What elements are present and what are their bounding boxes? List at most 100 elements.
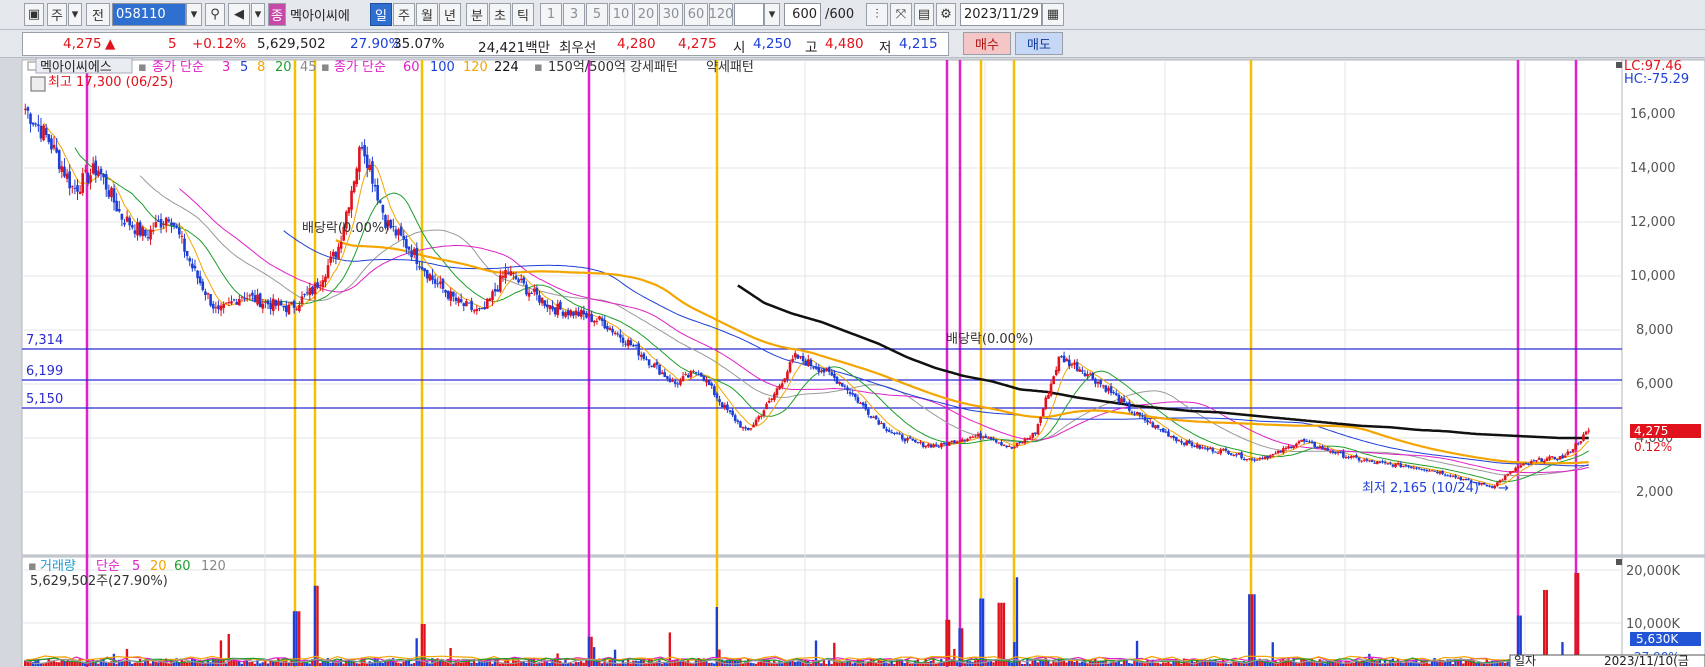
- price-change: 5: [168, 36, 177, 52]
- panel-resize-handle[interactable]: [1616, 559, 1622, 565]
- chevron-down-icon[interactable]: ▾: [68, 3, 82, 26]
- volume-bar: [295, 611, 298, 666]
- candle-body: [1000, 442, 1003, 446]
- volume-bar: [1002, 602, 1006, 666]
- candle-body: [211, 303, 215, 309]
- calendar-icon[interactable]: ▦: [1042, 3, 1064, 26]
- candle-body: [927, 444, 930, 447]
- volume-bar: [1146, 660, 1149, 666]
- candle-body: [191, 263, 194, 269]
- tab-week[interactable]: 주: [393, 3, 415, 26]
- volume-bar: [603, 659, 606, 666]
- candle-body: [334, 251, 338, 258]
- candle-body: [1485, 484, 1489, 487]
- candle-body: [1323, 447, 1327, 450]
- speaker-icon[interactable]: ◀: [228, 3, 250, 26]
- candle-body: [123, 222, 126, 225]
- tab-month[interactable]: 월: [416, 3, 438, 26]
- candle-body: [412, 248, 416, 255]
- candle-body: [979, 433, 982, 439]
- main-stock-button[interactable]: 종: [268, 3, 286, 26]
- volume-bar: [903, 663, 906, 666]
- candle-body: [1378, 461, 1382, 463]
- date-input[interactable]: 2023/11/29: [960, 3, 1042, 26]
- candle-body: [752, 424, 755, 428]
- tab-day[interactable]: 일: [370, 3, 392, 26]
- candle-body: [645, 358, 648, 360]
- candle-body: [1114, 393, 1118, 396]
- candle-body: [39, 125, 43, 139]
- candle-body: [1417, 467, 1421, 469]
- volume-bar: [955, 662, 959, 666]
- candle-body: [31, 122, 35, 125]
- candle-body: [397, 229, 400, 236]
- volume-bar: [629, 663, 632, 666]
- buy-button[interactable]: 매수: [963, 32, 1011, 55]
- tick-14000: 14,000: [1630, 161, 1676, 176]
- candle-body: [1211, 448, 1215, 452]
- candle-body: [151, 230, 155, 232]
- candle-body: [890, 432, 894, 434]
- interval-1[interactable]: 1: [540, 3, 562, 26]
- candle-body: [63, 166, 66, 177]
- candle-body: [206, 293, 210, 295]
- volume-bar: [1407, 662, 1410, 666]
- custom-interval-input[interactable]: [734, 3, 764, 26]
- interval-60[interactable]: 60: [684, 3, 708, 26]
- interval-20[interactable]: 20: [634, 3, 658, 26]
- candle-body: [517, 279, 520, 283]
- save-icon[interactable]: ▤: [914, 3, 934, 26]
- volume-bar: [532, 658, 536, 666]
- tab-second[interactable]: 초: [489, 3, 511, 26]
- candle-body: [1112, 392, 1115, 394]
- legend-sep-icon: ▪: [138, 60, 147, 75]
- candle-body: [778, 385, 781, 390]
- calculator-icon[interactable]: [30, 76, 46, 92]
- interval-120[interactable]: 120: [709, 3, 733, 26]
- interval-3[interactable]: 3: [563, 3, 585, 26]
- volume-bar: [1428, 663, 1431, 666]
- volume-bar: [754, 663, 758, 666]
- candle-body: [303, 294, 306, 296]
- candle-body: [196, 270, 199, 279]
- stock-code-input[interactable]: 058110: [112, 3, 186, 26]
- chevron-down-icon[interactable]: ▾: [764, 3, 780, 26]
- candle-body: [861, 402, 865, 406]
- candle-body: [731, 410, 734, 416]
- candle-body: [1206, 448, 1209, 450]
- volume-bar: [245, 660, 249, 666]
- candle-body: [1430, 470, 1434, 472]
- candle-body: [230, 301, 233, 304]
- count-input[interactable]: 600: [784, 3, 821, 26]
- volume-bar: [992, 662, 995, 666]
- interval-5[interactable]: 5: [586, 3, 608, 26]
- price-chart[interactable]: 16,000 14,000 12,000 10,000 8,000 6,000 …: [0, 58, 1705, 667]
- volume-bar: [1065, 662, 1068, 666]
- candle-body: [78, 191, 82, 194]
- candle-body: [814, 366, 818, 369]
- gear-icon[interactable]: ⚙: [936, 3, 956, 26]
- candle-icon[interactable]: ⫶: [866, 3, 888, 26]
- volume-bar: [428, 663, 431, 666]
- chevron-down-icon[interactable]: ▾: [251, 3, 265, 26]
- open-value: 4,250: [753, 36, 792, 52]
- interval-30[interactable]: 30: [659, 3, 683, 26]
- candle-body: [167, 219, 171, 222]
- interval-10[interactable]: 10: [609, 3, 633, 26]
- layout-icon[interactable]: ▣: [24, 3, 44, 26]
- chevron-down-icon[interactable]: ▾: [186, 3, 202, 26]
- prev-button[interactable]: 전: [86, 3, 110, 26]
- panel-resize-handle[interactable]: [1616, 62, 1622, 68]
- search-icon[interactable]: ⚲: [205, 3, 225, 26]
- candle-body: [512, 273, 515, 275]
- candle-body: [1297, 441, 1301, 444]
- candle-body: [713, 386, 716, 395]
- period-button[interactable]: 주: [47, 3, 67, 26]
- sell-button[interactable]: 매도: [1015, 32, 1063, 55]
- tab-year[interactable]: 년: [439, 3, 461, 26]
- line-tool-icon[interactable]: ⤧: [890, 3, 912, 26]
- tab-tick[interactable]: 틱: [512, 3, 534, 26]
- volume-bar: [587, 636, 591, 666]
- candle-body: [681, 376, 685, 382]
- tab-minute[interactable]: 분: [466, 3, 488, 26]
